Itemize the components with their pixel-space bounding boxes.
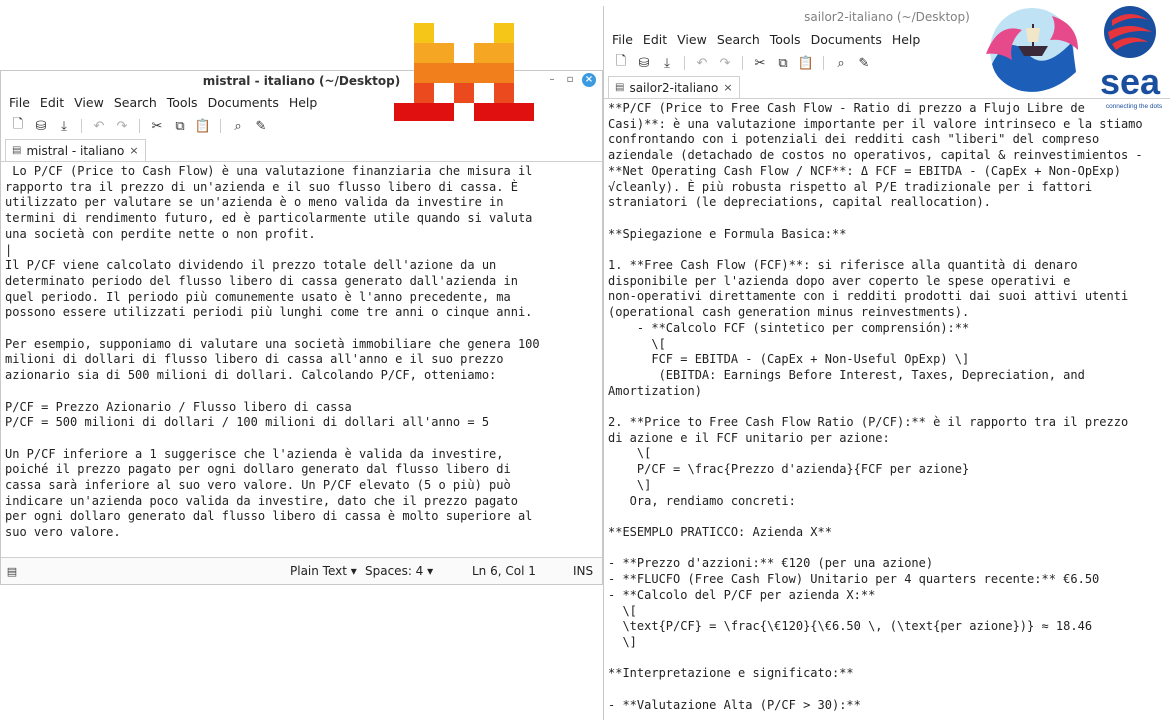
copy-icon[interactable]: ⧉ (169, 116, 191, 136)
paste-icon[interactable]: 📋 (795, 53, 817, 73)
menu-tools[interactable]: Tools (765, 32, 806, 47)
copy-icon[interactable]: ⧉ (772, 53, 794, 73)
maximize-icon[interactable]: ▫ (564, 74, 576, 86)
language-selector[interactable]: Plain Text ▾ (290, 564, 357, 578)
insert-mode: INS (573, 564, 594, 578)
cursor-position: Ln 6, Col 1 (472, 564, 536, 578)
menu-help[interactable]: Help (887, 32, 926, 47)
tab-sailor2-italiano[interactable]: ▤ sailor2-italiano × (608, 76, 740, 98)
ship-sail (1026, 28, 1040, 42)
tab-close-icon[interactable]: × (129, 141, 138, 161)
right-editor-window: sailor2-italiano (~/Desktop) File Edit V… (603, 6, 1170, 720)
sea-logo: sea connecting the dots (1100, 6, 1163, 110)
left-statusbar: ▤ Plain Text ▾ Spaces: 4 ▾ Ln 6, Col 1 I… (1, 557, 602, 584)
menu-file[interactable]: File (4, 95, 35, 110)
tab-label: mistral - italiano (26, 143, 125, 158)
menu-documents[interactable]: Documents (203, 95, 284, 110)
redo-icon[interactable]: ↷ (714, 53, 736, 73)
tab-close-icon[interactable]: × (723, 78, 732, 98)
menu-file[interactable]: File (607, 32, 638, 47)
sea-logo-tagline: connecting the dots (1106, 103, 1163, 110)
redo-icon[interactable]: ↷ (111, 116, 133, 136)
menu-search[interactable]: Search (712, 32, 765, 47)
menu-view[interactable]: View (672, 32, 712, 47)
menu-search[interactable]: Search (109, 95, 162, 110)
menu-tools[interactable]: Tools (162, 95, 203, 110)
new-document-icon[interactable]: 🗋 (610, 53, 632, 73)
new-document-icon[interactable]: 🗋 (7, 116, 29, 136)
toolbar-separator (742, 56, 743, 70)
cut-icon[interactable]: ✂ (749, 53, 771, 73)
tab-mistral-italiano[interactable]: ▤ mistral - italiano × (5, 139, 146, 161)
undo-icon[interactable]: ↶ (691, 53, 713, 73)
right-text-editor[interactable]: **P/CF (Price to Free Cash Flow - Ratio … (604, 99, 1170, 720)
sailor-wave-logo (986, 8, 1078, 92)
left-window-title: mistral - italiano (~/Desktop) (202, 74, 401, 88)
toolbar-separator (220, 119, 221, 133)
left-window-controls: – ▫ × (546, 73, 596, 87)
toolbar-separator (823, 56, 824, 70)
open-icon[interactable]: ⛁ (633, 53, 655, 73)
toolbar-separator (684, 56, 685, 70)
save-icon[interactable]: ⤓ (656, 53, 678, 73)
open-icon[interactable]: ⛁ (30, 116, 52, 136)
side-panel-toggle-icon[interactable]: ▤ (1, 565, 23, 578)
close-window-icon[interactable]: × (582, 73, 596, 87)
replace-icon[interactable]: ✎ (250, 116, 272, 136)
document-icon: ▤ (615, 81, 625, 93)
toolbar-separator (81, 119, 82, 133)
undo-icon[interactable]: ↶ (88, 116, 110, 136)
toolbar-separator (139, 119, 140, 133)
save-icon[interactable]: ⤓ (53, 116, 75, 136)
minimize-icon[interactable]: – (546, 74, 558, 86)
indent-selector[interactable]: Spaces: 4 ▾ (365, 564, 433, 578)
menu-edit[interactable]: Edit (35, 95, 69, 110)
sea-logo-word: sea (1100, 61, 1161, 102)
menu-documents[interactable]: Documents (806, 32, 887, 47)
menu-edit[interactable]: Edit (638, 32, 672, 47)
pixel-m-logo (394, 23, 534, 121)
left-editor-window: mistral - italiano (~/Desktop) – ▫ × Fil… (0, 70, 603, 585)
left-tabbar: ▤ mistral - italiano × (1, 139, 602, 162)
document-icon: ▤ (12, 144, 22, 156)
replace-icon[interactable]: ✎ (853, 53, 875, 73)
search-icon[interactable]: ⌕ (227, 116, 249, 136)
menu-view[interactable]: View (69, 95, 109, 110)
search-icon[interactable]: ⌕ (830, 53, 852, 73)
cut-icon[interactable]: ✂ (146, 116, 168, 136)
left-text-editor[interactable]: Lo P/CF (Price to Cash Flow) è una valut… (1, 162, 602, 561)
paste-icon[interactable]: 📋 (192, 116, 214, 136)
right-window-title: sailor2-italiano (~/Desktop) (804, 10, 970, 24)
menu-help[interactable]: Help (284, 95, 323, 110)
tab-label: sailor2-italiano (629, 80, 719, 95)
pixel-m-logo-blocks (394, 23, 534, 121)
